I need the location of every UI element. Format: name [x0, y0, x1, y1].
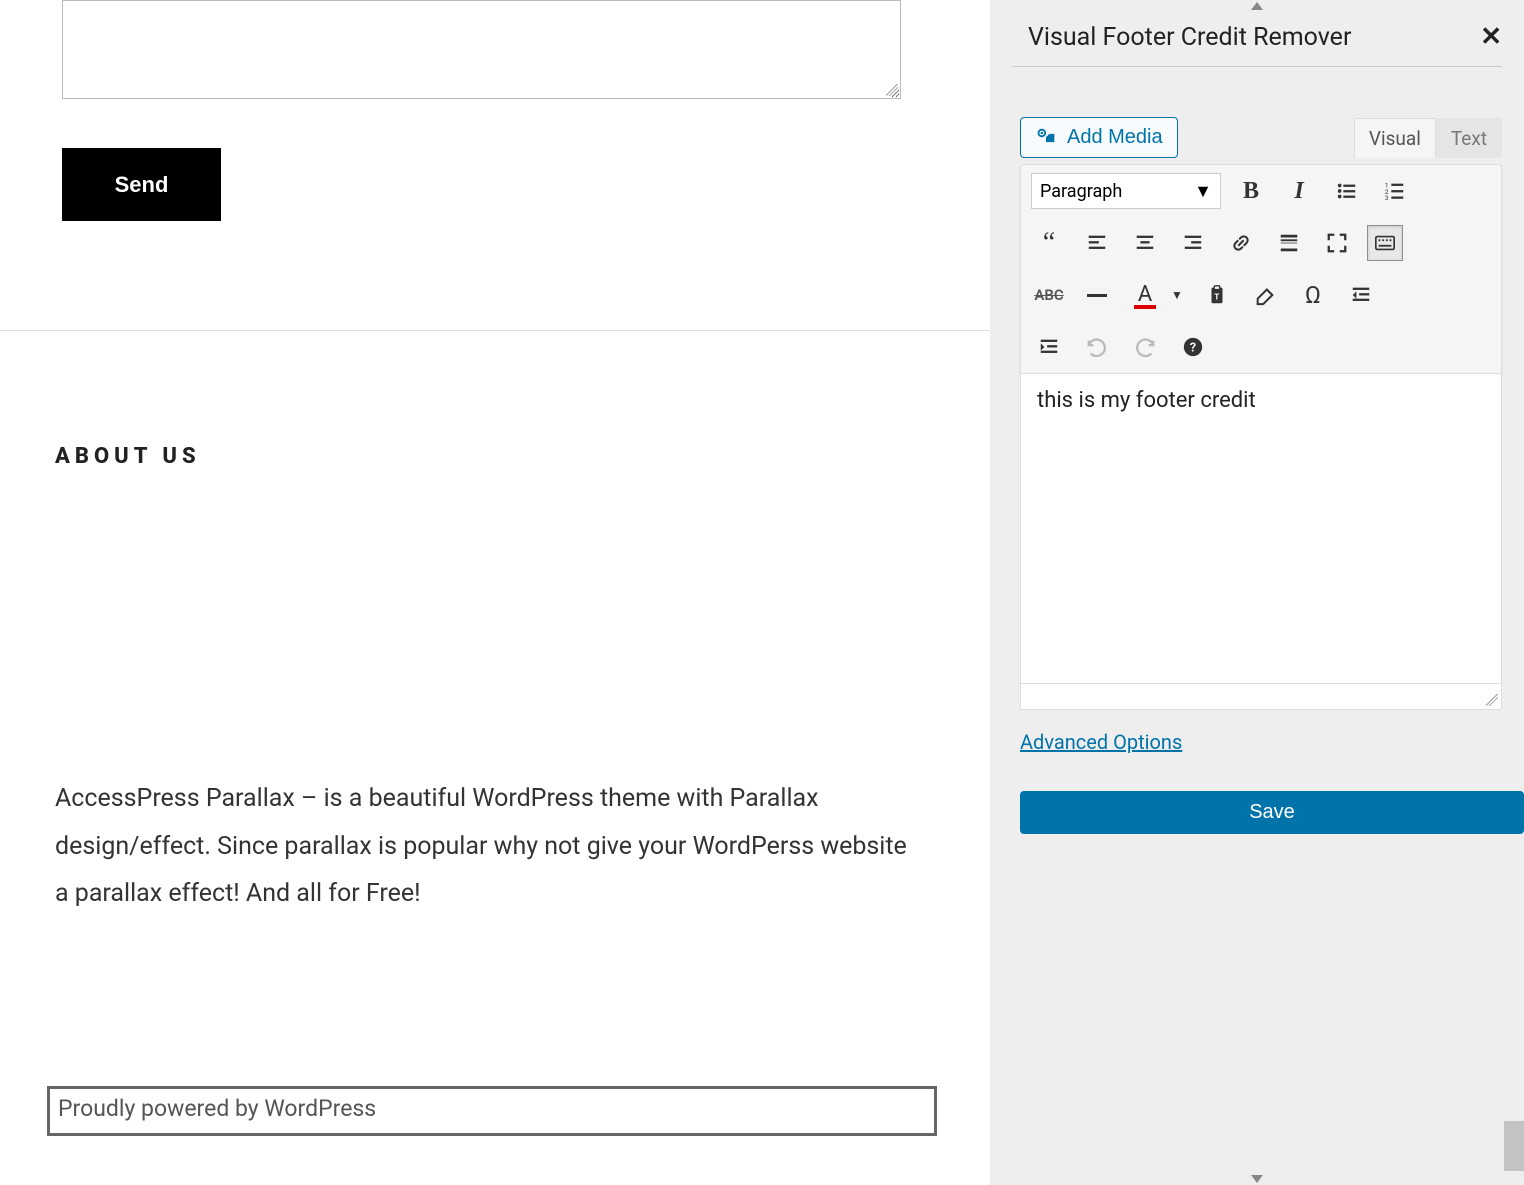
outdent-button[interactable] — [1343, 277, 1379, 313]
scroll-up-icon[interactable] — [1251, 2, 1263, 10]
chevron-down-icon: ▼ — [1194, 181, 1212, 202]
bullet-list-button[interactable] — [1329, 173, 1365, 209]
outdent-icon — [1350, 284, 1372, 306]
redo-button[interactable] — [1127, 329, 1163, 365]
footer-credit-highlight[interactable]: Proudly powered by WordPress — [47, 1086, 937, 1136]
add-media-button[interactable]: Add Media — [1020, 117, 1178, 158]
svg-text:3: 3 — [1385, 194, 1389, 202]
svg-text:T: T — [1214, 293, 1219, 303]
preview-pane: Send ABOUT US AccessPress Parallax – is … — [0, 0, 990, 1185]
help-icon: ? — [1182, 336, 1204, 358]
keyboard-icon — [1374, 232, 1396, 254]
align-right-button[interactable] — [1175, 225, 1211, 261]
fullscreen-icon — [1326, 232, 1348, 254]
bold-button[interactable]: B — [1233, 173, 1269, 209]
editor-resize-footer[interactable] — [1020, 684, 1502, 710]
clear-formatting-button[interactable] — [1247, 277, 1283, 313]
eraser-icon — [1254, 284, 1276, 306]
fullscreen-button[interactable] — [1319, 225, 1355, 261]
editor-toolbar: Paragraph ▼ B I 123 “ — [1020, 164, 1502, 374]
link-icon — [1230, 232, 1252, 254]
message-textarea[interactable] — [62, 0, 901, 99]
tab-visual[interactable]: Visual — [1354, 118, 1436, 158]
align-right-icon — [1182, 232, 1204, 254]
read-more-icon — [1278, 232, 1300, 254]
media-icon — [1035, 128, 1057, 148]
send-button[interactable]: Send — [62, 148, 221, 221]
about-heading: ABOUT US — [55, 444, 201, 469]
horizontal-rule-button[interactable] — [1079, 277, 1115, 313]
align-left-icon — [1086, 232, 1108, 254]
close-icon[interactable]: ✕ — [1480, 22, 1502, 52]
align-center-icon — [1134, 232, 1156, 254]
tab-text[interactable]: Text — [1436, 118, 1502, 158]
read-more-button[interactable] — [1271, 225, 1307, 261]
special-char-button[interactable]: Ω — [1295, 277, 1331, 313]
scroll-down-icon[interactable] — [1251, 1175, 1263, 1183]
align-center-button[interactable] — [1127, 225, 1163, 261]
clipboard-icon: T — [1206, 284, 1228, 306]
blockquote-button[interactable]: “ — [1031, 225, 1067, 261]
indent-icon — [1038, 336, 1060, 358]
undo-button[interactable] — [1079, 329, 1115, 365]
redo-icon — [1134, 336, 1156, 358]
undo-icon — [1086, 336, 1108, 358]
format-select-label: Paragraph — [1040, 181, 1122, 202]
toggle-toolbar-button[interactable] — [1367, 225, 1403, 261]
scrollbar-thumb[interactable] — [1504, 1121, 1524, 1171]
link-button[interactable] — [1223, 225, 1259, 261]
format-select[interactable]: Paragraph ▼ — [1031, 173, 1221, 209]
number-list-icon: 123 — [1384, 180, 1406, 202]
svg-text:?: ? — [1190, 341, 1196, 356]
add-media-label: Add Media — [1067, 126, 1163, 149]
paste-text-button[interactable]: T — [1199, 277, 1235, 313]
panel-title: Visual Footer Credit Remover — [1028, 23, 1351, 52]
align-left-button[interactable] — [1079, 225, 1115, 261]
about-text: AccessPress Parallax – is a beautiful Wo… — [55, 775, 915, 918]
italic-button[interactable]: I — [1281, 173, 1317, 209]
advanced-options-link[interactable]: Advanced Options — [1020, 730, 1524, 754]
editor-content-area[interactable]: this is my footer credit — [1020, 374, 1502, 684]
section-divider — [0, 330, 990, 331]
indent-button[interactable] — [1031, 329, 1067, 365]
help-button[interactable]: ? — [1175, 329, 1211, 365]
bullet-list-icon — [1336, 180, 1358, 202]
text-color-button[interactable]: A — [1127, 277, 1163, 313]
strikethrough-button[interactable]: ABC — [1031, 277, 1067, 313]
save-button[interactable]: Save — [1020, 791, 1524, 834]
number-list-button[interactable]: 123 — [1377, 173, 1413, 209]
text-color-dropdown[interactable]: ▼ — [1167, 277, 1187, 313]
customizer-panel: Visual Footer Credit Remover ✕ Add Media… — [990, 0, 1524, 1185]
